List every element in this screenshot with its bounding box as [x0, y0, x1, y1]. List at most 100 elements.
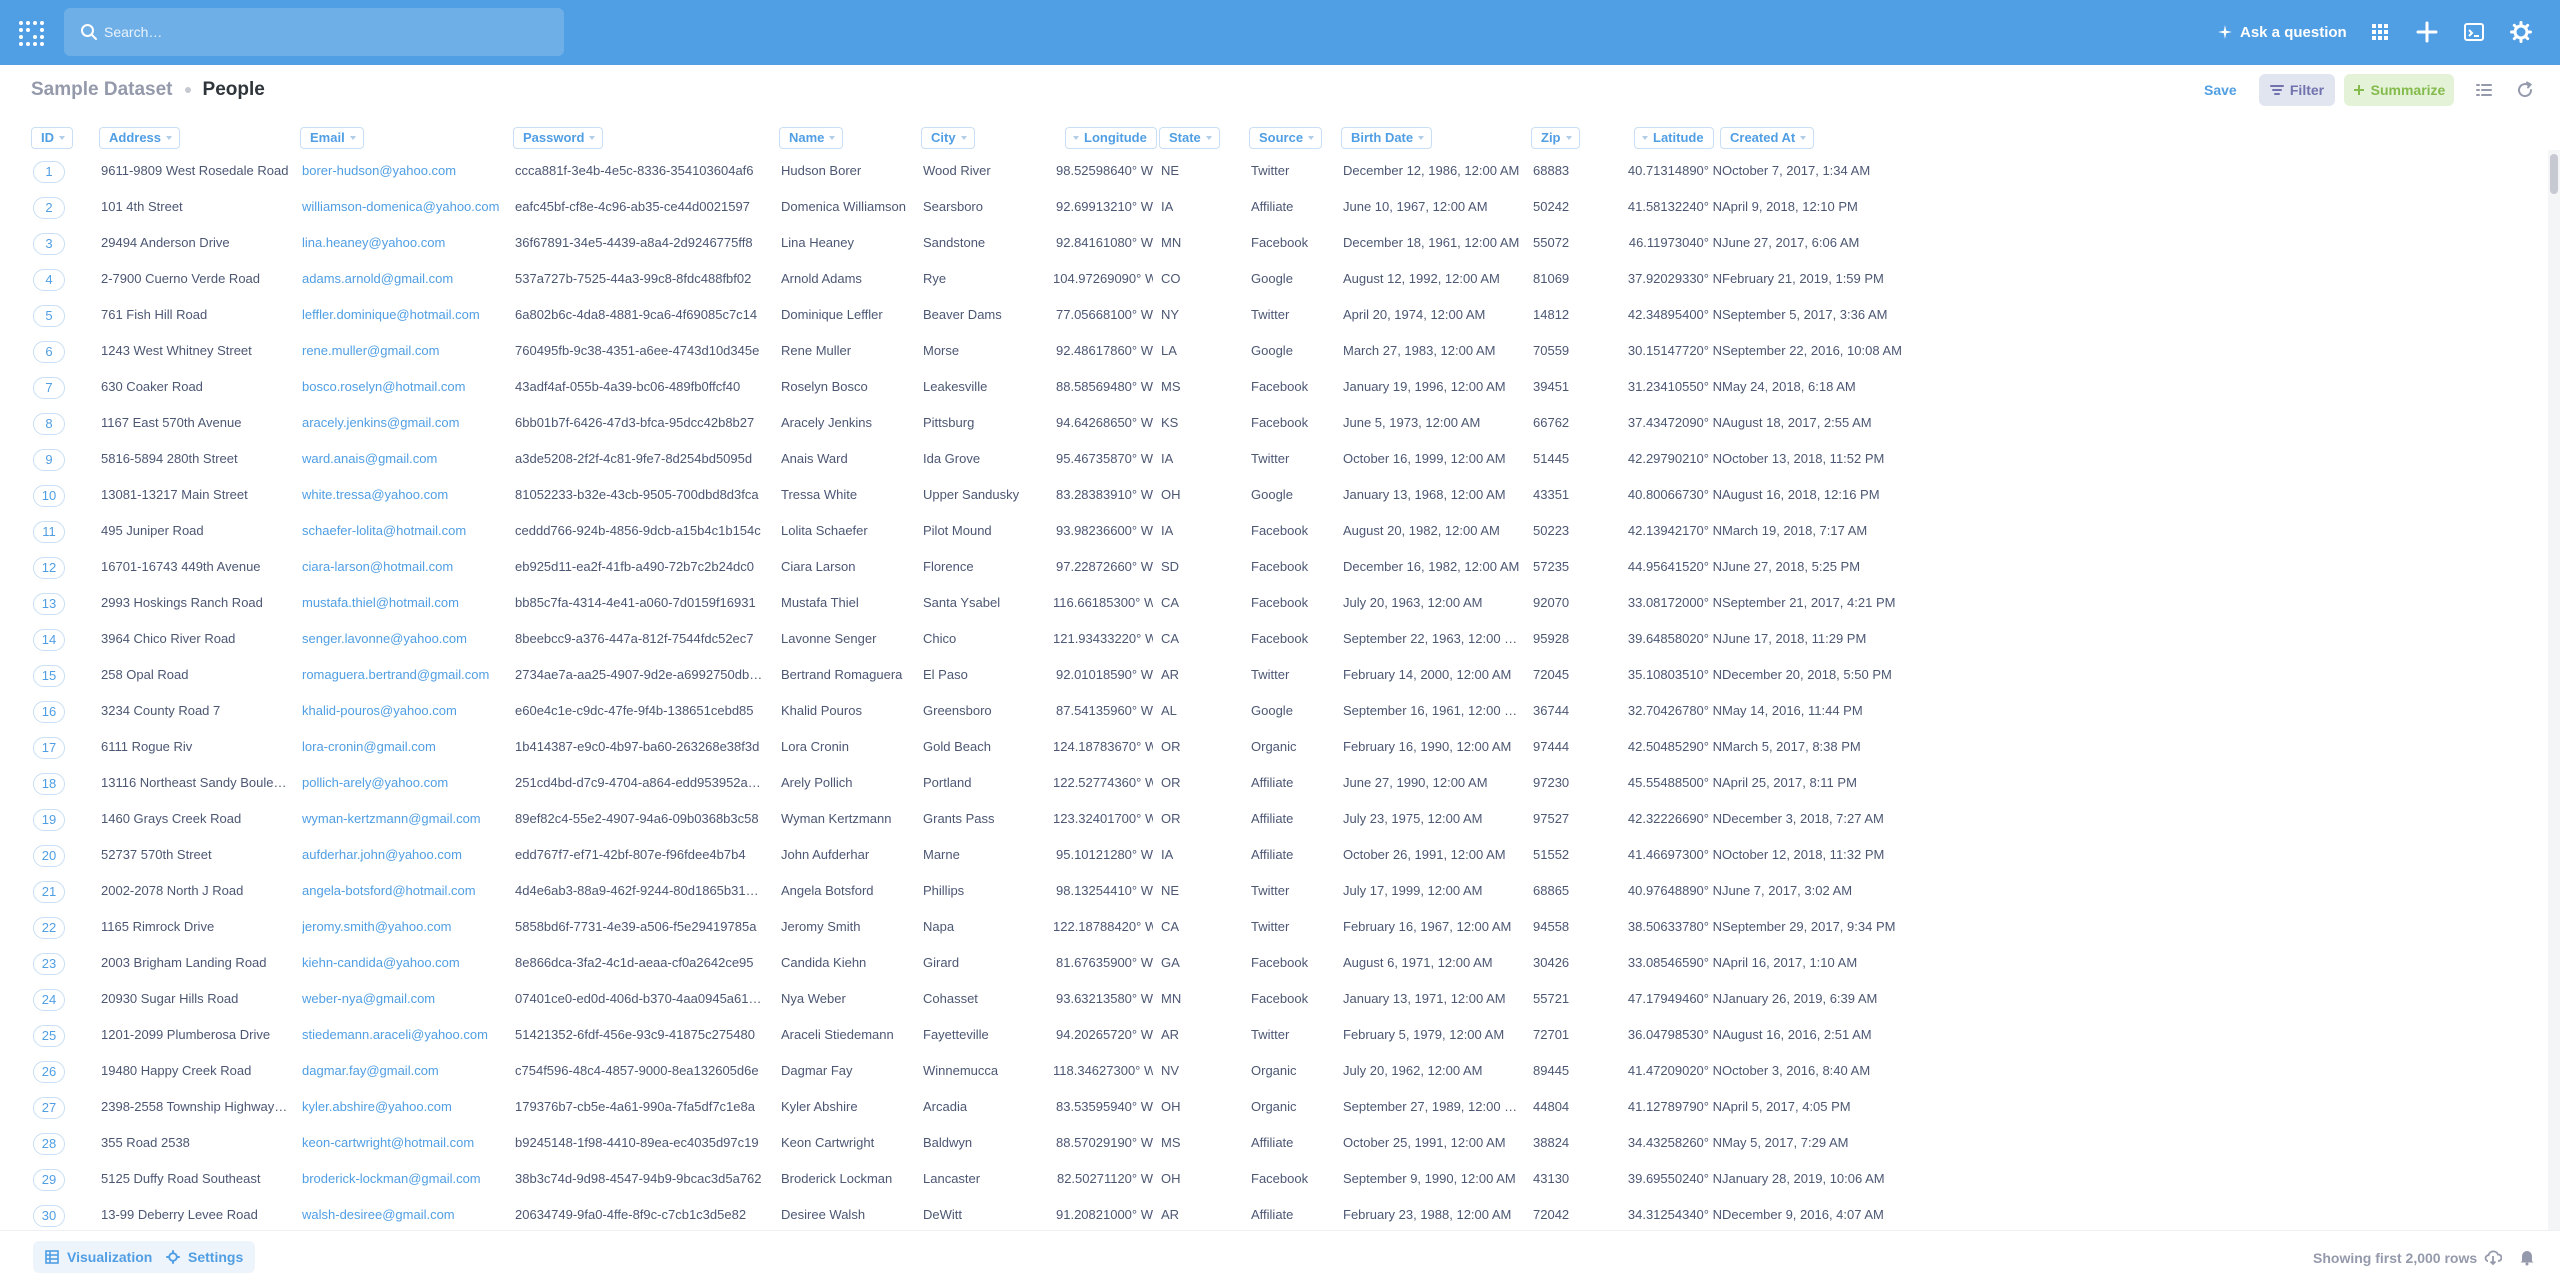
cell-email[interactable]: jeromy.smith@yahoo.com	[302, 909, 507, 945]
row-id-pill[interactable]: 11	[33, 521, 65, 543]
cell-email[interactable]: lina.heaney@yahoo.com	[302, 225, 507, 261]
row-id-pill[interactable]: 5	[33, 305, 65, 327]
table-row[interactable]: 21 2002-2078 North J Road angela-botsford@…	[0, 873, 2548, 909]
row-id-pill[interactable]: 28	[33, 1133, 65, 1155]
plus-icon[interactable]	[2416, 21, 2438, 43]
metabase-logo-icon[interactable]	[18, 20, 44, 46]
cell-email[interactable]: keon-cartwright@hotmail.com	[302, 1125, 507, 1161]
cell-email[interactable]: mustafa.thiel@hotmail.com	[302, 585, 507, 621]
refresh-icon[interactable]	[2516, 81, 2534, 99]
cell-email[interactable]: senger.lavonne@yahoo.com	[302, 621, 507, 657]
table-row[interactable]: 20 52737 570th Street aufderhar.john@yahoo…	[0, 837, 2548, 873]
table-row[interactable]: 2 101 4th Street williamson-domenica@yahoo…	[0, 189, 2548, 225]
cell-email[interactable]: borer-hudson@yahoo.com	[302, 153, 507, 189]
row-id-pill[interactable]: 6	[33, 341, 65, 363]
row-id-pill[interactable]: 4	[33, 269, 65, 291]
table-row[interactable]: 26 19480 Happy Creek Road dagmar.fay@gmail…	[0, 1053, 2548, 1089]
cell-email[interactable]: broderick-lockman@gmail.com	[302, 1161, 507, 1197]
column-header-id[interactable]: ID	[31, 127, 73, 149]
filter-button[interactable]: Filter	[2259, 74, 2335, 106]
row-id-pill[interactable]: 16	[33, 701, 65, 723]
cell-email[interactable]: white.tressa@yahoo.com	[302, 477, 507, 513]
column-header-state[interactable]: State	[1159, 127, 1220, 149]
search-input[interactable]	[104, 8, 544, 56]
table-row[interactable]: 15 258 Opal Road romaguera.bertrand@gmail.…	[0, 657, 2548, 693]
cell-email[interactable]: ward.anais@gmail.com	[302, 441, 507, 477]
table-row[interactable]: 27 2398-2558 Township Highway… kyler.abshi…	[0, 1089, 2548, 1125]
table-row[interactable]: 25 1201-2099 Plumberosa Drive stiedemann.a…	[0, 1017, 2548, 1053]
table-row[interactable]: 22 1165 Rimrock Drive jeromy.smith@yahoo.c…	[0, 909, 2548, 945]
table-row[interactable]: 28 355 Road 2538 keon-cartwright@hotmail.c…	[0, 1125, 2548, 1161]
cell-email[interactable]: ciara-larson@hotmail.com	[302, 549, 507, 585]
cell-email[interactable]: pollich-arely@yahoo.com	[302, 765, 507, 801]
row-id-pill[interactable]: 2	[33, 197, 65, 219]
gear-icon[interactable]	[2510, 21, 2532, 43]
table-row[interactable]: 9 5816-5894 280th Street ward.anais@gmail.…	[0, 441, 2548, 477]
table-row[interactable]: 10 13081-13217 Main Street white.tressa@ya…	[0, 477, 2548, 513]
cell-email[interactable]: bosco.roselyn@hotmail.com	[302, 369, 507, 405]
row-id-pill[interactable]: 9	[33, 449, 65, 471]
row-id-pill[interactable]: 26	[33, 1061, 65, 1083]
column-header-longitude[interactable]: Longitude	[1065, 127, 1157, 149]
row-id-pill[interactable]: 20	[33, 845, 65, 867]
settings-button[interactable]: Settings	[154, 1241, 256, 1273]
table-row[interactable]: 12 16701-16743 449th Avenue ciara-larson@h…	[0, 549, 2548, 585]
table-row[interactable]: 18 13116 Northeast Sandy Boule… pollich-ar…	[0, 765, 2548, 801]
search-bar[interactable]	[64, 8, 564, 56]
table-row[interactable]: 16 3234 County Road 7 khalid-pouros@yahoo.…	[0, 693, 2548, 729]
row-id-pill[interactable]: 12	[33, 557, 65, 579]
table-row[interactable]: 24 20930 Sugar Hills Road weber-nya@gmail.…	[0, 981, 2548, 1017]
column-header-source[interactable]: Source	[1249, 127, 1323, 149]
row-id-pill[interactable]: 7	[33, 377, 65, 399]
table-row[interactable]: 19 1460 Grays Creek Road wyman-kertzmann@g…	[0, 801, 2548, 837]
table-row[interactable]: 7 630 Coaker Road bosco.roselyn@hotmail.co…	[0, 369, 2548, 405]
row-id-pill[interactable]: 17	[33, 737, 65, 759]
row-id-pill[interactable]: 21	[33, 881, 65, 903]
cell-email[interactable]: wyman-kertzmann@gmail.com	[302, 801, 507, 837]
table-row[interactable]: 23 2003 Brigham Landing Road kiehn-candida…	[0, 945, 2548, 981]
cell-email[interactable]: aufderhar.john@yahoo.com	[302, 837, 507, 873]
row-id-pill[interactable]: 24	[33, 989, 65, 1011]
visualization-button[interactable]: Visualization	[33, 1241, 165, 1273]
column-header-city[interactable]: City	[921, 127, 975, 149]
cell-email[interactable]: angela-botsford@hotmail.com	[302, 873, 507, 909]
ask-question-button[interactable]: Ask a question	[2218, 18, 2347, 46]
row-id-pill[interactable]: 18	[33, 773, 65, 795]
cell-email[interactable]: weber-nya@gmail.com	[302, 981, 507, 1017]
column-header-latitude[interactable]: Latitude	[1634, 127, 1714, 149]
table-row[interactable]: 29 5125 Duffy Road Southeast broderick-loc…	[0, 1161, 2548, 1197]
column-header-address[interactable]: Address	[99, 127, 181, 149]
cell-email[interactable]: romaguera.bertrand@gmail.com	[302, 657, 507, 693]
column-header-email[interactable]: Email	[300, 127, 364, 149]
cell-email[interactable]: walsh-desiree@gmail.com	[302, 1197, 507, 1230]
row-id-pill[interactable]: 25	[33, 1025, 65, 1047]
column-header-password[interactable]: Password	[513, 127, 604, 149]
row-id-pill[interactable]: 29	[33, 1169, 65, 1191]
row-id-pill[interactable]: 15	[33, 665, 65, 687]
bell-icon[interactable]	[2518, 1248, 2536, 1266]
table-row[interactable]: 11 495 Juniper Road schaefer-lolita@hotmai…	[0, 513, 2548, 549]
row-id-pill[interactable]: 22	[33, 917, 65, 939]
cell-email[interactable]: kiehn-candida@yahoo.com	[302, 945, 507, 981]
column-header-name[interactable]: Name	[779, 127, 844, 149]
cell-email[interactable]: rene.muller@gmail.com	[302, 333, 507, 369]
save-button[interactable]: Save	[2204, 82, 2237, 98]
column-header-zip[interactable]: Zip	[1531, 127, 1580, 149]
row-id-pill[interactable]: 3	[33, 233, 65, 255]
table-row[interactable]: 8 1167 East 570th Avenue aracely.jenkins@g…	[0, 405, 2548, 441]
cell-email[interactable]: lora-cronin@gmail.com	[302, 729, 507, 765]
cell-email[interactable]: khalid-pouros@yahoo.com	[302, 693, 507, 729]
row-id-pill[interactable]: 30	[33, 1205, 65, 1227]
row-id-pill[interactable]: 23	[33, 953, 65, 975]
table-scrollbar-track[interactable]	[2548, 150, 2560, 1230]
row-id-pill[interactable]: 27	[33, 1097, 65, 1119]
table-scrollbar-thumb[interactable]	[2550, 154, 2558, 194]
cell-email[interactable]: dagmar.fay@gmail.com	[302, 1053, 507, 1089]
cell-email[interactable]: leffler.dominique@hotmail.com	[302, 297, 507, 333]
summarize-button[interactable]: Summarize	[2344, 74, 2454, 106]
table-row[interactable]: 6 1243 West Whitney Street rene.muller@gma…	[0, 333, 2548, 369]
cell-email[interactable]: aracely.jenkins@gmail.com	[302, 405, 507, 441]
table-row[interactable]: 5 761 Fish Hill Road leffler.dominique@hot…	[0, 297, 2548, 333]
row-id-pill[interactable]: 14	[33, 629, 65, 651]
breadcrumb-database[interactable]: Sample Dataset	[31, 79, 173, 101]
